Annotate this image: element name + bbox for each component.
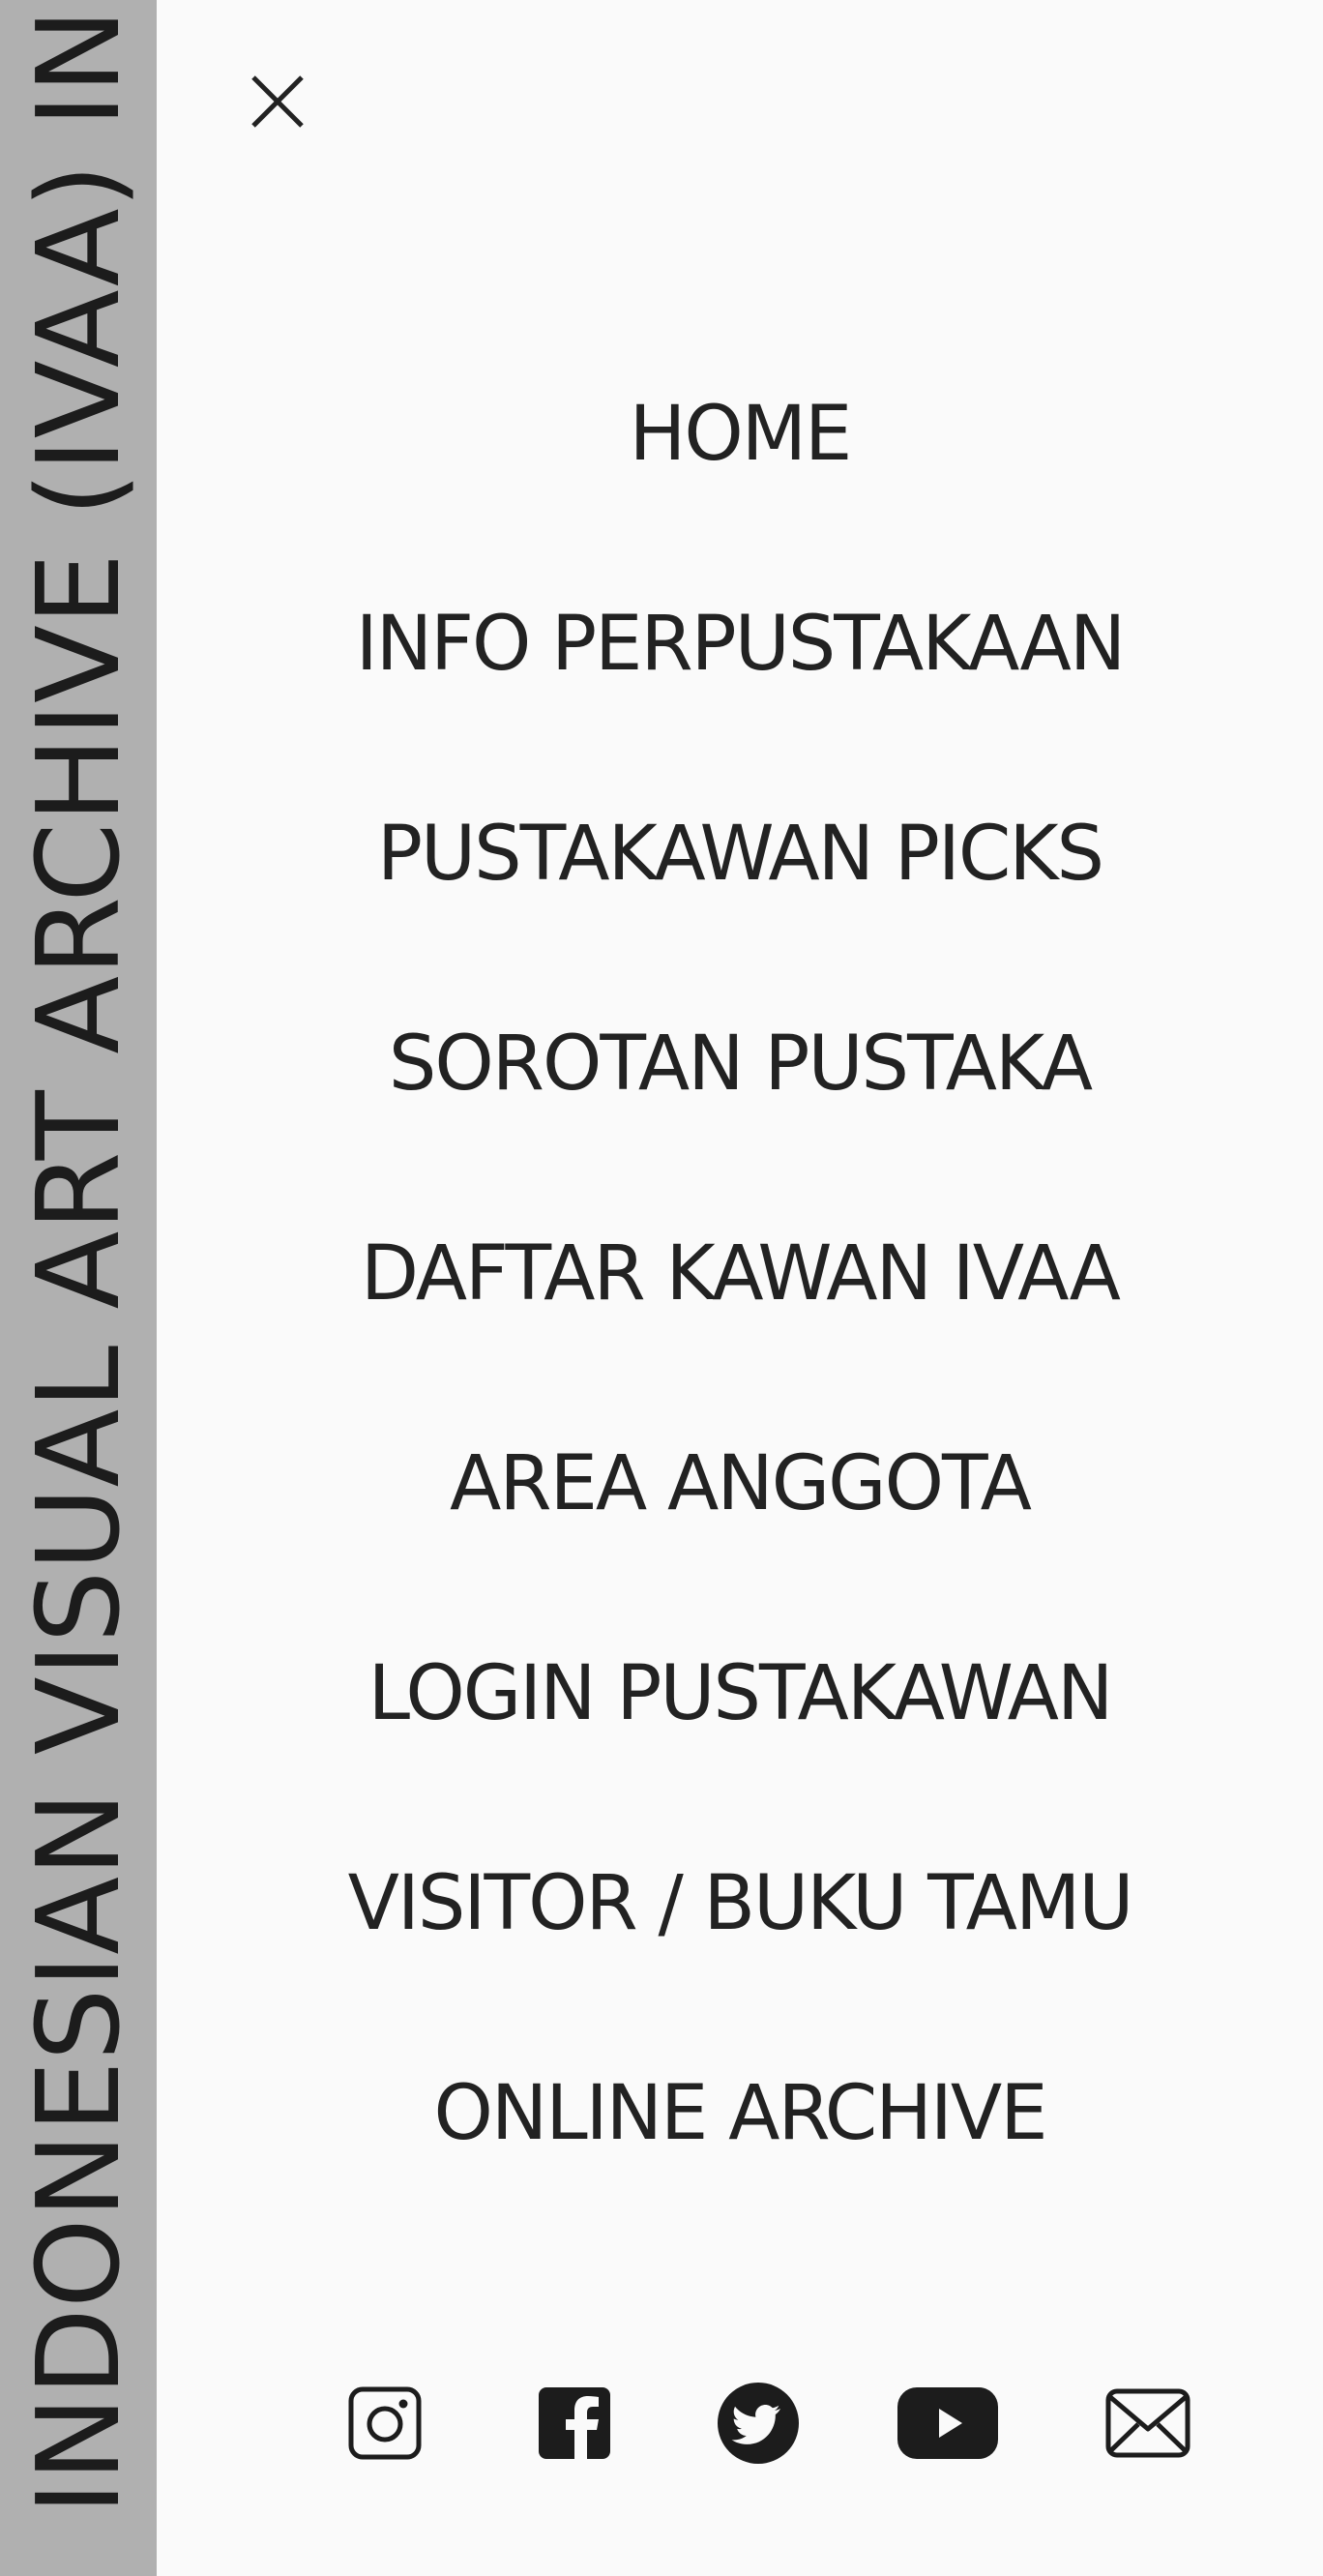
close-icon [251, 75, 304, 128]
youtube-icon [897, 2387, 998, 2459]
instagram-link[interactable] [346, 2375, 424, 2472]
instagram-icon [348, 2386, 422, 2460]
menu-link-daftar-kawan-ivaa[interactable]: DAFTAR KAWAN IVAA [361, 1230, 1121, 1318]
side-band: INDONESIAN VISUAL ART ARCHIVE (IVAA) IN [0, 0, 157, 2576]
menu-item-login-pustakawan: LOGIN PUSTAKAWAN [157, 1588, 1323, 1798]
menu-item-info-perpustakaan: INFO PERPUSTAKAAN [157, 539, 1323, 749]
email-link[interactable] [1103, 2375, 1192, 2472]
twitter-link[interactable] [716, 2375, 801, 2472]
facebook-icon [539, 2387, 610, 2459]
menu-item-sorotan-pustaka: SOROTAN PUSTAKA [157, 959, 1323, 1169]
menu-item-pustakawan-picks: PUSTAKAWAN PICKS [157, 749, 1323, 959]
menu-link-pustakawan-picks[interactable]: PUSTAKAWAN PICKS [377, 811, 1104, 898]
menu-link-login-pustakawan[interactable]: LOGIN PUSTAKAWAN [368, 1650, 1114, 1737]
twitter-icon [718, 2383, 799, 2464]
email-icon [1105, 2388, 1191, 2458]
main-menu: HOME INFO PERPUSTAKAAN PUSTAKAWAN PICKS … [157, 329, 1323, 2218]
menu-item-area-anggota: AREA ANGGOTA [157, 1378, 1323, 1588]
youtube-link[interactable] [895, 2375, 1001, 2472]
close-menu-button[interactable] [244, 68, 311, 135]
menu-item-online-archive: ONLINE ARCHIVE [157, 2008, 1323, 2218]
menu-link-home[interactable]: HOME [630, 391, 853, 478]
menu-link-info-perpustakaan[interactable]: INFO PERPUSTAKAAN [356, 601, 1127, 688]
facebook-link[interactable] [536, 2375, 613, 2472]
menu-item-visitor-buku-tamu: VISITOR / BUKU TAMU [157, 1798, 1323, 2008]
site-title-vertical: INDONESIAN VISUAL ART ARCHIVE (IVAA) IN [12, 8, 145, 2515]
social-links [157, 2375, 1323, 2472]
menu-link-online-archive[interactable]: ONLINE ARCHIVE [433, 2070, 1047, 2157]
menu-item-home: HOME [157, 329, 1323, 539]
menu-item-daftar-kawan-ivaa: DAFTAR KAWAN IVAA [157, 1169, 1323, 1378]
menu-link-area-anggota[interactable]: AREA ANGGOTA [450, 1440, 1032, 1527]
menu-link-visitor-buku-tamu[interactable]: VISITOR / BUKU TAMU [348, 1860, 1134, 1947]
menu-link-sorotan-pustaka[interactable]: SOROTAN PUSTAKA [389, 1021, 1093, 1108]
